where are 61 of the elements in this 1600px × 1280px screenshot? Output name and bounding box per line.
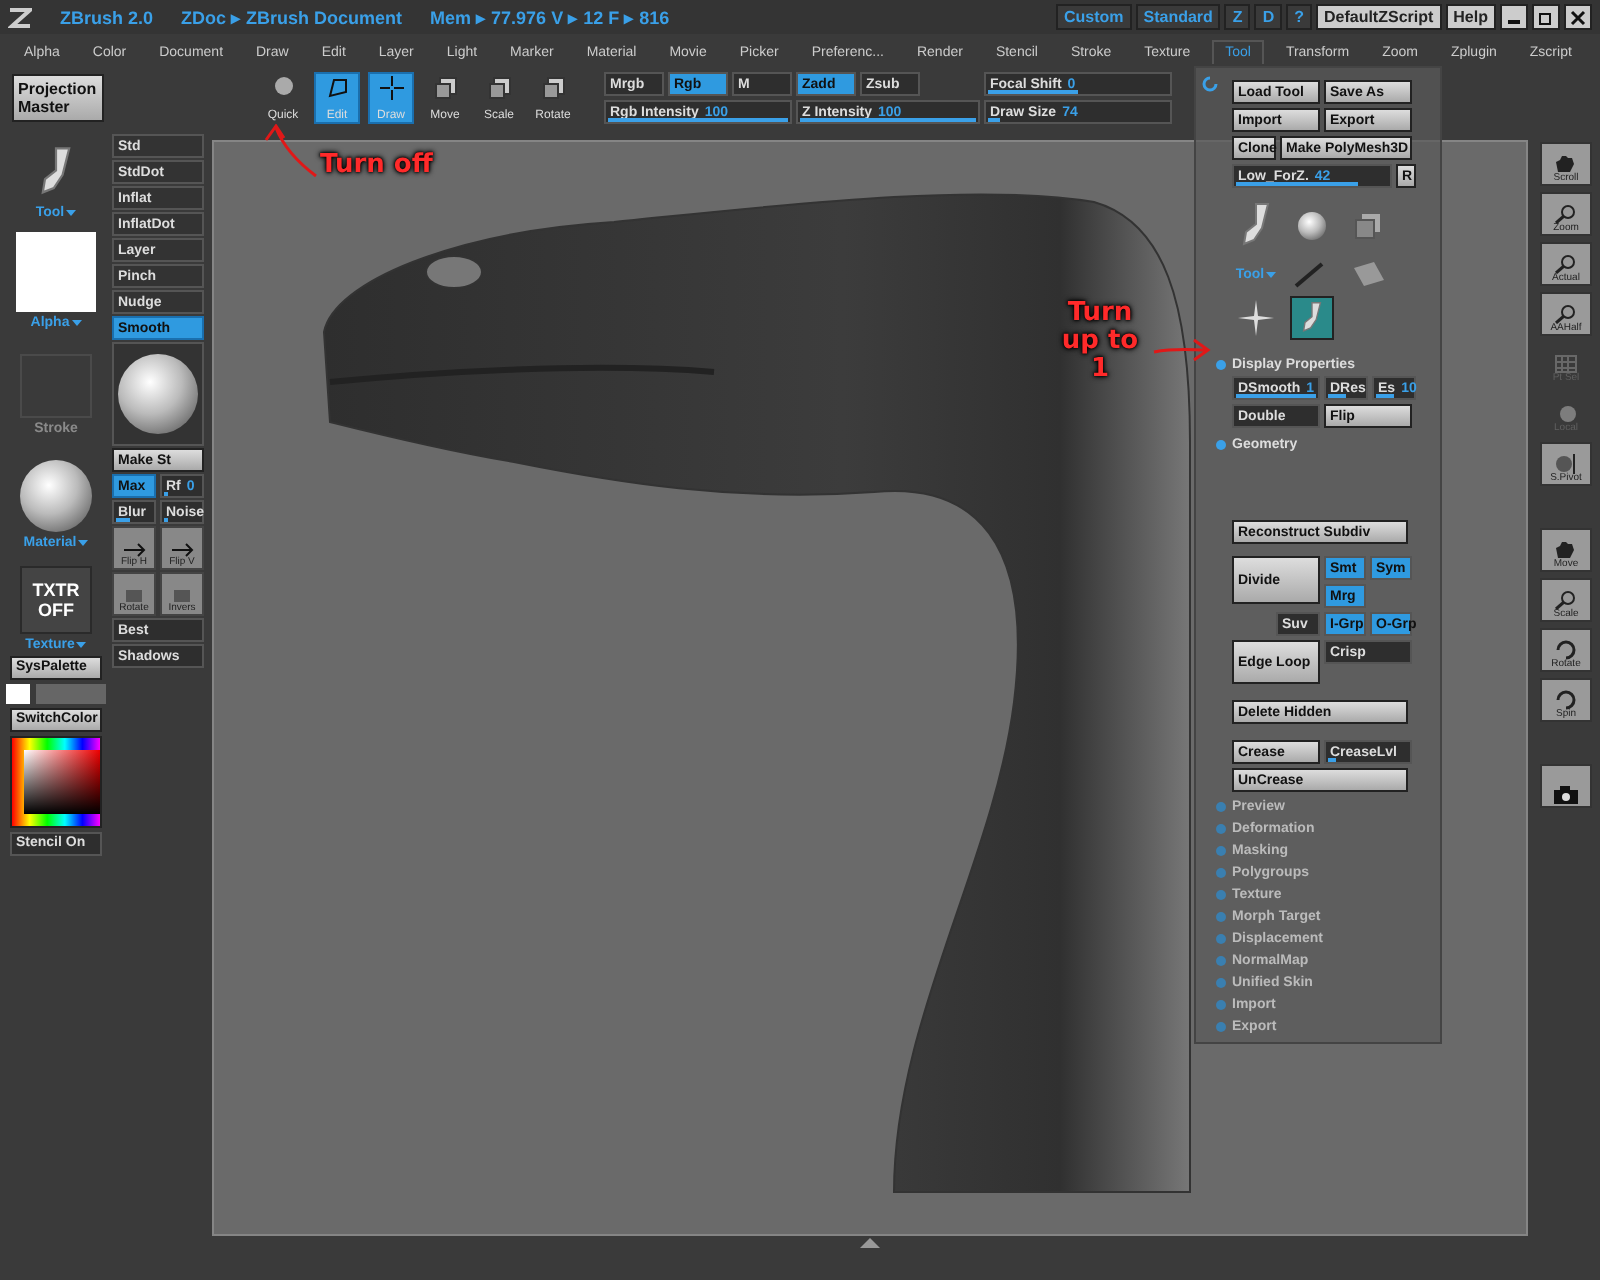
- title-button[interactable]: Custom: [1055, 4, 1132, 30]
- grid-icon: [1554, 354, 1578, 374]
- crosshair-icon: [379, 76, 403, 100]
- restore-icon: [1538, 9, 1554, 25]
- title-button[interactable]: ?: [1286, 4, 1312, 30]
- caret-icon[interactable]: [66, 209, 77, 216]
- secondary-color-swatch: [36, 683, 106, 704]
- polymesh-tool-icon: [1354, 212, 1382, 240]
- caret-icon[interactable]: [71, 319, 82, 326]
- material-sphere[interactable]: [20, 459, 92, 532]
- handwritten-note: Turn off: [320, 152, 435, 180]
- title-button[interactable]: D: [1254, 4, 1283, 30]
- arrow-icon: [122, 542, 146, 558]
- refresh-icon: [1202, 76, 1220, 94]
- title-button[interactable]: Z: [1224, 4, 1251, 30]
- projection-master-button[interactable]: Projection Master: [12, 74, 104, 122]
- app-logo-icon: [8, 5, 32, 29]
- rotate-icon: [1554, 690, 1578, 710]
- annotation-arrow: [260, 124, 320, 180]
- star-tool-icon: [1238, 300, 1274, 336]
- camera-icon: [1552, 784, 1580, 806]
- arrow-icon: [170, 542, 194, 558]
- brush-preview: [112, 342, 204, 446]
- plane-tool-icon: [1350, 260, 1386, 288]
- color-swatch: [6, 683, 30, 704]
- caret-icon[interactable]: [78, 539, 89, 546]
- square-icon: [170, 588, 194, 604]
- close-button[interactable]: [1564, 4, 1592, 30]
- sculpt-tool-icon: [1298, 299, 1326, 337]
- rotate-icon: [1554, 640, 1578, 660]
- alpha-swatch[interactable]: [16, 231, 96, 312]
- annotation-arrow: [1152, 336, 1212, 364]
- title-button[interactable]: DefaultZScript: [1315, 4, 1442, 30]
- shelf-button[interactable]: [1540, 764, 1592, 808]
- close-icon: [1570, 9, 1586, 25]
- minimize-button[interactable]: [1500, 4, 1528, 30]
- handwritten-note: Turn up to 1: [1059, 300, 1141, 384]
- magnifier-icon: [1554, 254, 1578, 274]
- restore-button[interactable]: [1532, 4, 1560, 30]
- memory-stats: Mem ▸ 77.976 V ▸ 12 F ▸ 816: [430, 7, 670, 27]
- color-picker[interactable]: [10, 735, 102, 828]
- title-button[interactable]: Help: [1445, 4, 1496, 30]
- sphere-icon: [273, 76, 293, 96]
- document-title: ZDoc ▸ ZBrush Document: [181, 7, 403, 27]
- title-button[interactable]: Standard: [1135, 4, 1221, 30]
- app-title: ZBrush 2.0: [60, 7, 154, 27]
- sphere-tool-icon[interactable]: [1298, 212, 1326, 240]
- caret-icon[interactable]: [1266, 271, 1277, 277]
- edit-icon: [325, 76, 349, 100]
- selected-tool-thumbnail[interactable]: [1290, 296, 1334, 340]
- cube-icon: [487, 76, 511, 100]
- texture-button[interactable]: TXTR OFF: [20, 565, 92, 634]
- cube-icon: [541, 76, 565, 100]
- magnifier-icon: [1554, 304, 1578, 324]
- pivot-icon: [1554, 454, 1578, 474]
- magnifier-icon: [1554, 204, 1578, 224]
- caret-icon[interactable]: [76, 641, 87, 648]
- square-icon: [122, 588, 146, 604]
- magnifier-icon: [1554, 590, 1578, 610]
- sphere-icon: [1554, 404, 1578, 424]
- cube-icon: [433, 76, 457, 100]
